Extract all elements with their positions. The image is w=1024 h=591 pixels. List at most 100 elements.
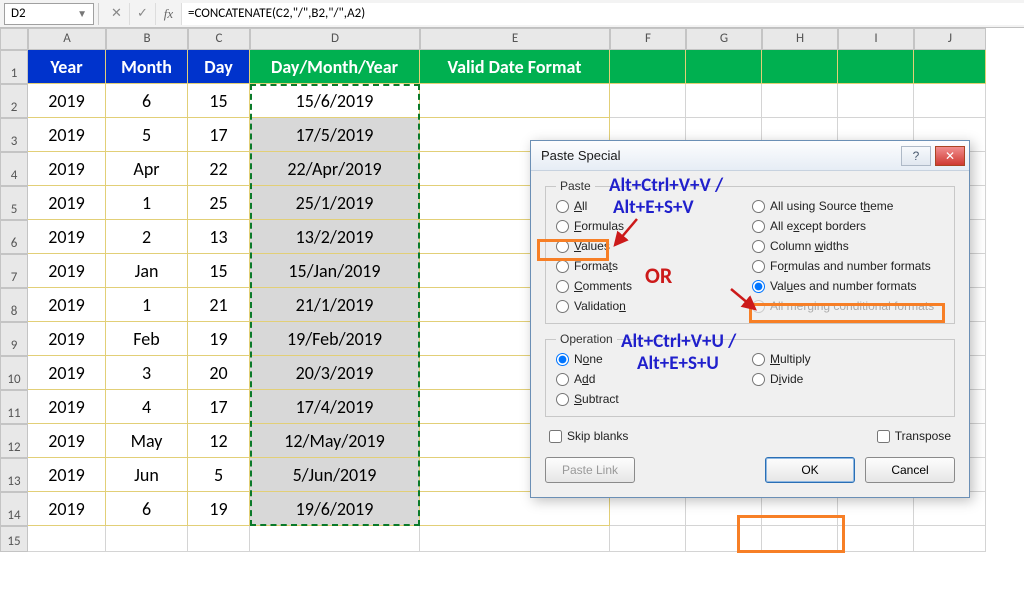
radio-all-source-theme[interactable]: All using Source theme <box>752 199 944 213</box>
radio-op-multiply[interactable]: Multiply <box>752 352 944 366</box>
cell[interactable]: 2019 <box>28 458 106 492</box>
cell[interactable]: 2019 <box>28 254 106 288</box>
cell[interactable]: 22 <box>188 152 250 186</box>
row-header[interactable]: 7 <box>0 254 28 288</box>
radio-op-subtract[interactable]: Subtract <box>556 392 748 406</box>
cell[interactable]: 17 <box>188 118 250 152</box>
cell[interactable] <box>610 84 686 118</box>
cell[interactable] <box>914 526 986 552</box>
cell[interactable]: Year <box>28 50 106 84</box>
cell[interactable]: 21 <box>188 288 250 322</box>
cell[interactable] <box>762 84 838 118</box>
cell[interactable] <box>610 526 686 552</box>
cell[interactable]: 13/2/2019 <box>250 220 420 254</box>
cell[interactable]: 19 <box>188 492 250 526</box>
check-transpose[interactable]: Transpose <box>877 429 951 443</box>
check-skip-blanks[interactable]: Skip blanks <box>549 429 628 443</box>
name-box[interactable]: D2 ▼ <box>4 3 94 25</box>
cell[interactable]: 2019 <box>28 220 106 254</box>
radio-op-add[interactable]: Add <box>556 372 748 386</box>
radio-comments[interactable]: Comments <box>556 279 748 293</box>
radio-column-widths[interactable]: Column widths <box>752 239 944 253</box>
cell[interactable] <box>686 526 762 552</box>
cell[interactable]: 25/1/2019 <box>250 186 420 220</box>
col-header[interactable]: A <box>28 28 106 50</box>
radio-all[interactable]: All <box>556 199 748 213</box>
cell[interactable] <box>28 526 106 552</box>
radio-formulas[interactable]: Formulas <box>556 219 748 233</box>
radio-formats[interactable]: Formats <box>556 259 748 273</box>
radio-values[interactable]: Values <box>556 239 748 253</box>
radio-formulas-number-formats[interactable]: Formulas and number formats <box>752 259 944 273</box>
name-box-dropdown-icon[interactable]: ▼ <box>77 7 87 20</box>
cell[interactable]: Jun <box>106 458 188 492</box>
row-header[interactable]: 12 <box>0 424 28 458</box>
cell[interactable]: 2019 <box>28 186 106 220</box>
cell[interactable]: Apr <box>106 152 188 186</box>
formula-input[interactable]: =CONCATENATE(C2,"/",B2,"/",A2) <box>182 3 1024 25</box>
cell[interactable]: 2019 <box>28 288 106 322</box>
col-header[interactable]: H <box>762 28 838 50</box>
col-header[interactable]: C <box>188 28 250 50</box>
cell[interactable]: 5 <box>106 118 188 152</box>
cell[interactable]: 25 <box>188 186 250 220</box>
cell[interactable]: 2019 <box>28 118 106 152</box>
radio-all-except-borders[interactable]: All except borders <box>752 219 944 233</box>
cell[interactable] <box>610 50 686 84</box>
cell[interactable] <box>420 526 610 552</box>
cell[interactable]: 5/Jun/2019 <box>250 458 420 492</box>
cell[interactable] <box>188 526 250 552</box>
cell[interactable]: 12 <box>188 424 250 458</box>
cell[interactable] <box>250 526 420 552</box>
cell[interactable]: 5 <box>188 458 250 492</box>
cell[interactable] <box>838 50 914 84</box>
row-header[interactable]: 15 <box>0 526 28 552</box>
cell[interactable]: 19/6/2019 <box>250 492 420 526</box>
cell[interactable]: 15 <box>188 254 250 288</box>
cell[interactable]: 2019 <box>28 492 106 526</box>
cell[interactable]: 2019 <box>28 390 106 424</box>
dialog-titlebar[interactable]: Paste Special ? ✕ <box>531 141 969 171</box>
cell[interactable]: 1 <box>106 186 188 220</box>
enter-formula-icon[interactable]: ✓ <box>130 3 156 25</box>
cell[interactable]: 19/Feb/2019 <box>250 322 420 356</box>
cell[interactable]: 21/1/2019 <box>250 288 420 322</box>
col-header[interactable]: G <box>686 28 762 50</box>
select-all-cell[interactable] <box>0 28 28 50</box>
cell[interactable]: 2019 <box>28 152 106 186</box>
cell[interactable]: 17/4/2019 <box>250 390 420 424</box>
cell[interactable]: May <box>106 424 188 458</box>
cell[interactable]: Month <box>106 50 188 84</box>
cell[interactable]: 15 <box>188 84 250 118</box>
col-header[interactable]: F <box>610 28 686 50</box>
cancel-button[interactable]: Cancel <box>865 457 955 483</box>
radio-op-none[interactable]: None <box>556 352 748 366</box>
col-header[interactable]: D <box>250 28 420 50</box>
row-header[interactable]: 11 <box>0 390 28 424</box>
col-header[interactable]: E <box>420 28 610 50</box>
cell[interactable]: 2019 <box>28 424 106 458</box>
cell[interactable] <box>838 84 914 118</box>
cell[interactable] <box>420 84 610 118</box>
cell[interactable] <box>686 84 762 118</box>
row-header[interactable]: 10 <box>0 356 28 390</box>
col-header[interactable]: B <box>106 28 188 50</box>
help-button[interactable]: ? <box>901 146 931 166</box>
cell[interactable]: 2019 <box>28 84 106 118</box>
cell[interactable]: 20/3/2019 <box>250 356 420 390</box>
cell[interactable] <box>762 526 838 552</box>
cell[interactable]: 15/Jan/2019 <box>250 254 420 288</box>
cell[interactable]: 20 <box>188 356 250 390</box>
radio-op-divide[interactable]: Divide <box>752 372 944 386</box>
radio-validation[interactable]: Validation <box>556 299 748 313</box>
row-header[interactable]: 5 <box>0 186 28 220</box>
row-header[interactable]: 1 <box>0 50 28 84</box>
cell[interactable] <box>686 50 762 84</box>
row-header[interactable]: 9 <box>0 322 28 356</box>
cell[interactable]: 13 <box>188 220 250 254</box>
insert-function-icon[interactable]: fx <box>156 3 182 25</box>
cell[interactable]: Jan <box>106 254 188 288</box>
row-header[interactable]: 14 <box>0 492 28 526</box>
cell[interactable] <box>838 526 914 552</box>
cell[interactable]: 4 <box>106 390 188 424</box>
